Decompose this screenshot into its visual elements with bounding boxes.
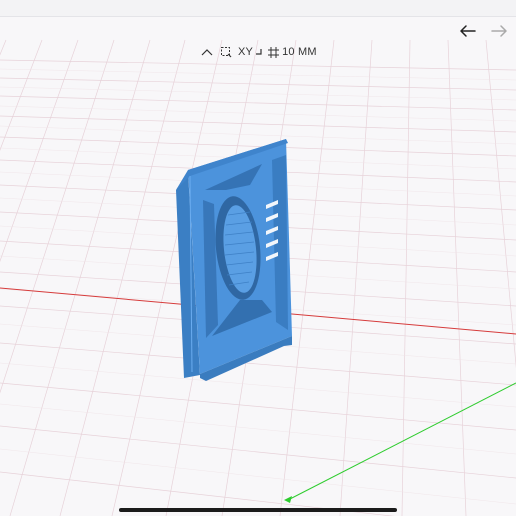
origin-marker (284, 496, 292, 503)
selection-box-icon (221, 47, 232, 58)
redo-button[interactable] (488, 20, 510, 42)
3d-viewport[interactable] (0, 17, 516, 516)
collapse-toolbar-button[interactable] (200, 47, 214, 57)
undo-button[interactable] (457, 20, 479, 42)
arrow-right-icon (491, 25, 507, 37)
selection-tool-button[interactable] (220, 46, 232, 58)
plane-selector-button[interactable]: XY (238, 46, 262, 58)
scene-canvas[interactable] (0, 17, 516, 516)
grid-size-label: 10 MM (282, 46, 317, 58)
home-indicator[interactable] (119, 508, 397, 512)
grid-size-icon (268, 46, 280, 58)
y-axis-line (287, 382, 516, 501)
view-toolbar: XY 10 MM (200, 43, 317, 61)
3d-model[interactable] (176, 139, 292, 381)
arrow-left-icon (460, 25, 476, 37)
top-status-bar (0, 0, 516, 17)
chevron-up-icon (201, 49, 213, 56)
plane-icon (256, 49, 262, 55)
grid-size-button[interactable]: 10 MM (268, 46, 317, 58)
plane-label: XY (238, 46, 254, 58)
